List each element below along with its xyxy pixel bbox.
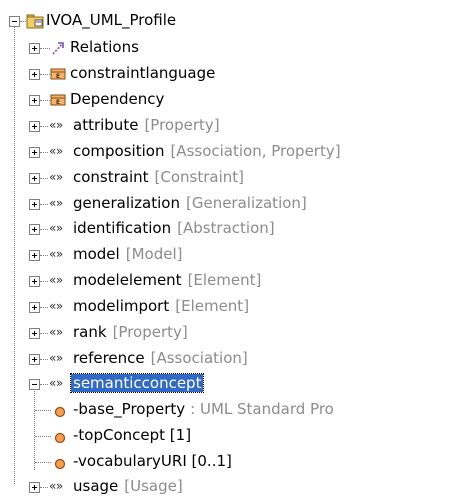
property-name: -vocabularyURI [0..1]	[73, 452, 232, 470]
enumeration-icon: E	[50, 67, 66, 85]
tree-item-usage[interactable]: «» usage [Usage]	[0, 474, 440, 499]
expand-toggle[interactable]	[29, 250, 40, 261]
item-metaclass: [Element]	[187, 271, 262, 289]
enumeration-icon: E	[50, 93, 66, 111]
item-name: attribute	[73, 116, 139, 134]
item-name: modelimport	[73, 297, 170, 315]
item-name: usage	[73, 477, 119, 495]
tree-item-semanticconcept[interactable]: «» semanticconcept	[0, 371, 440, 396]
collapse-toggle[interactable]	[9, 16, 20, 27]
item-name: rank	[73, 323, 107, 341]
svg-text:E: E	[56, 99, 60, 106]
property-icon	[54, 430, 66, 448]
stereotype-icon: «»	[49, 221, 63, 235]
stereotype-icon: «»	[49, 299, 63, 313]
svg-text:E: E	[56, 73, 60, 80]
item-metaclass: [Constraint]	[154, 168, 245, 186]
tree-item-relations[interactable]: Relations	[0, 35, 300, 60]
stereotype-icon: «»	[49, 479, 63, 493]
expand-toggle[interactable]	[29, 328, 40, 339]
item-metaclass: [Element]	[175, 297, 250, 315]
tree-item-constraintlanguage[interactable]: E constraintlanguage	[0, 61, 300, 86]
stereotype-icon: «»	[49, 351, 63, 365]
stereotype-icon: «»	[49, 144, 63, 158]
relations-icon	[50, 40, 66, 60]
expand-toggle[interactable]	[29, 121, 40, 132]
stereotype-icon: «»	[49, 170, 63, 184]
expand-toggle[interactable]	[29, 173, 40, 184]
expand-toggle[interactable]	[29, 224, 40, 235]
item-metaclass: [Abstraction]	[177, 219, 275, 237]
item-metaclass: [Property]	[144, 116, 220, 134]
tree-item-modelimport[interactable]: «» modelimport [Element]	[0, 294, 440, 319]
item-metaclass: [Generalization]	[185, 194, 307, 212]
expand-toggle[interactable]	[29, 276, 40, 287]
stereotype-icon: «»	[49, 273, 63, 287]
item-name: generalization	[73, 194, 180, 212]
item-name: model	[73, 245, 120, 263]
property-icon	[54, 404, 66, 422]
tree-item-property[interactable]: -topConcept [1]	[0, 423, 440, 448]
stereotype-icon: «»	[49, 247, 63, 261]
property-name: -base_Property	[73, 400, 186, 418]
expand-toggle[interactable]	[29, 147, 40, 158]
expand-toggle[interactable]	[29, 354, 40, 365]
item-metaclass: [Model]	[125, 245, 183, 263]
stereotype-icon: «»	[49, 325, 63, 339]
property-icon	[54, 456, 66, 474]
tree-item-dependency[interactable]: E Dependency	[0, 87, 300, 112]
expand-toggle[interactable]	[29, 199, 40, 210]
tree-item-property[interactable]: -vocabularyURI [0..1]	[0, 449, 440, 474]
root-label: IVOA_UML_Profile	[46, 11, 177, 29]
stereotype-icon: «»	[49, 196, 63, 210]
item-name: Relations	[70, 38, 139, 56]
item-name: Dependency	[70, 90, 165, 108]
tree-item-generalization[interactable]: «» generalization [Generalization]	[0, 191, 440, 216]
profile-package-icon	[26, 13, 44, 33]
containment-tree: IVOA_UML_Profile Relations E constraintl…	[0, 0, 462, 495]
tree-item-property[interactable]: -base_Property: UML Standard Pro	[0, 397, 462, 422]
tree-item-reference[interactable]: «» reference [Association]	[0, 346, 440, 371]
item-name: identification	[73, 219, 172, 237]
tree-item-attribute[interactable]: «» attribute [Property]	[0, 113, 440, 138]
expand-toggle[interactable]	[29, 69, 40, 80]
tree-item-identification[interactable]: «» identification [Abstraction]	[0, 216, 440, 241]
expand-toggle[interactable]	[29, 302, 40, 313]
item-metaclass: [Association]	[150, 349, 248, 367]
stereotype-icon: «»	[49, 118, 63, 132]
property-name: -topConcept [1]	[73, 426, 192, 444]
tree-item-model[interactable]: «» model [Model]	[0, 242, 440, 267]
property-type: : UML Standard Pro	[190, 400, 334, 418]
item-metaclass: [Association, Property]	[170, 142, 341, 160]
item-name: constraint	[73, 168, 149, 186]
expand-toggle[interactable]	[29, 43, 40, 54]
expand-toggle[interactable]	[29, 482, 40, 493]
expand-toggle[interactable]	[29, 95, 40, 106]
collapse-toggle[interactable]	[29, 379, 40, 390]
tree-item-rank[interactable]: «» rank [Property]	[0, 320, 440, 345]
item-metaclass: [Usage]	[124, 477, 183, 495]
tree-item-constraint[interactable]: «» constraint [Constraint]	[0, 165, 440, 190]
item-name: constraintlanguage	[70, 64, 216, 82]
item-name: reference	[73, 349, 145, 367]
tree-item-modelelement[interactable]: «» modelelement [Element]	[0, 268, 440, 293]
item-metaclass: [Property]	[112, 323, 188, 341]
item-name-selected: semanticconcept	[69, 373, 205, 393]
stereotype-icon: «»	[49, 376, 63, 390]
tree-item-composition[interactable]: «» composition [Association, Property]	[0, 139, 440, 164]
item-name: modelelement	[73, 271, 182, 289]
item-name: composition	[73, 142, 165, 160]
